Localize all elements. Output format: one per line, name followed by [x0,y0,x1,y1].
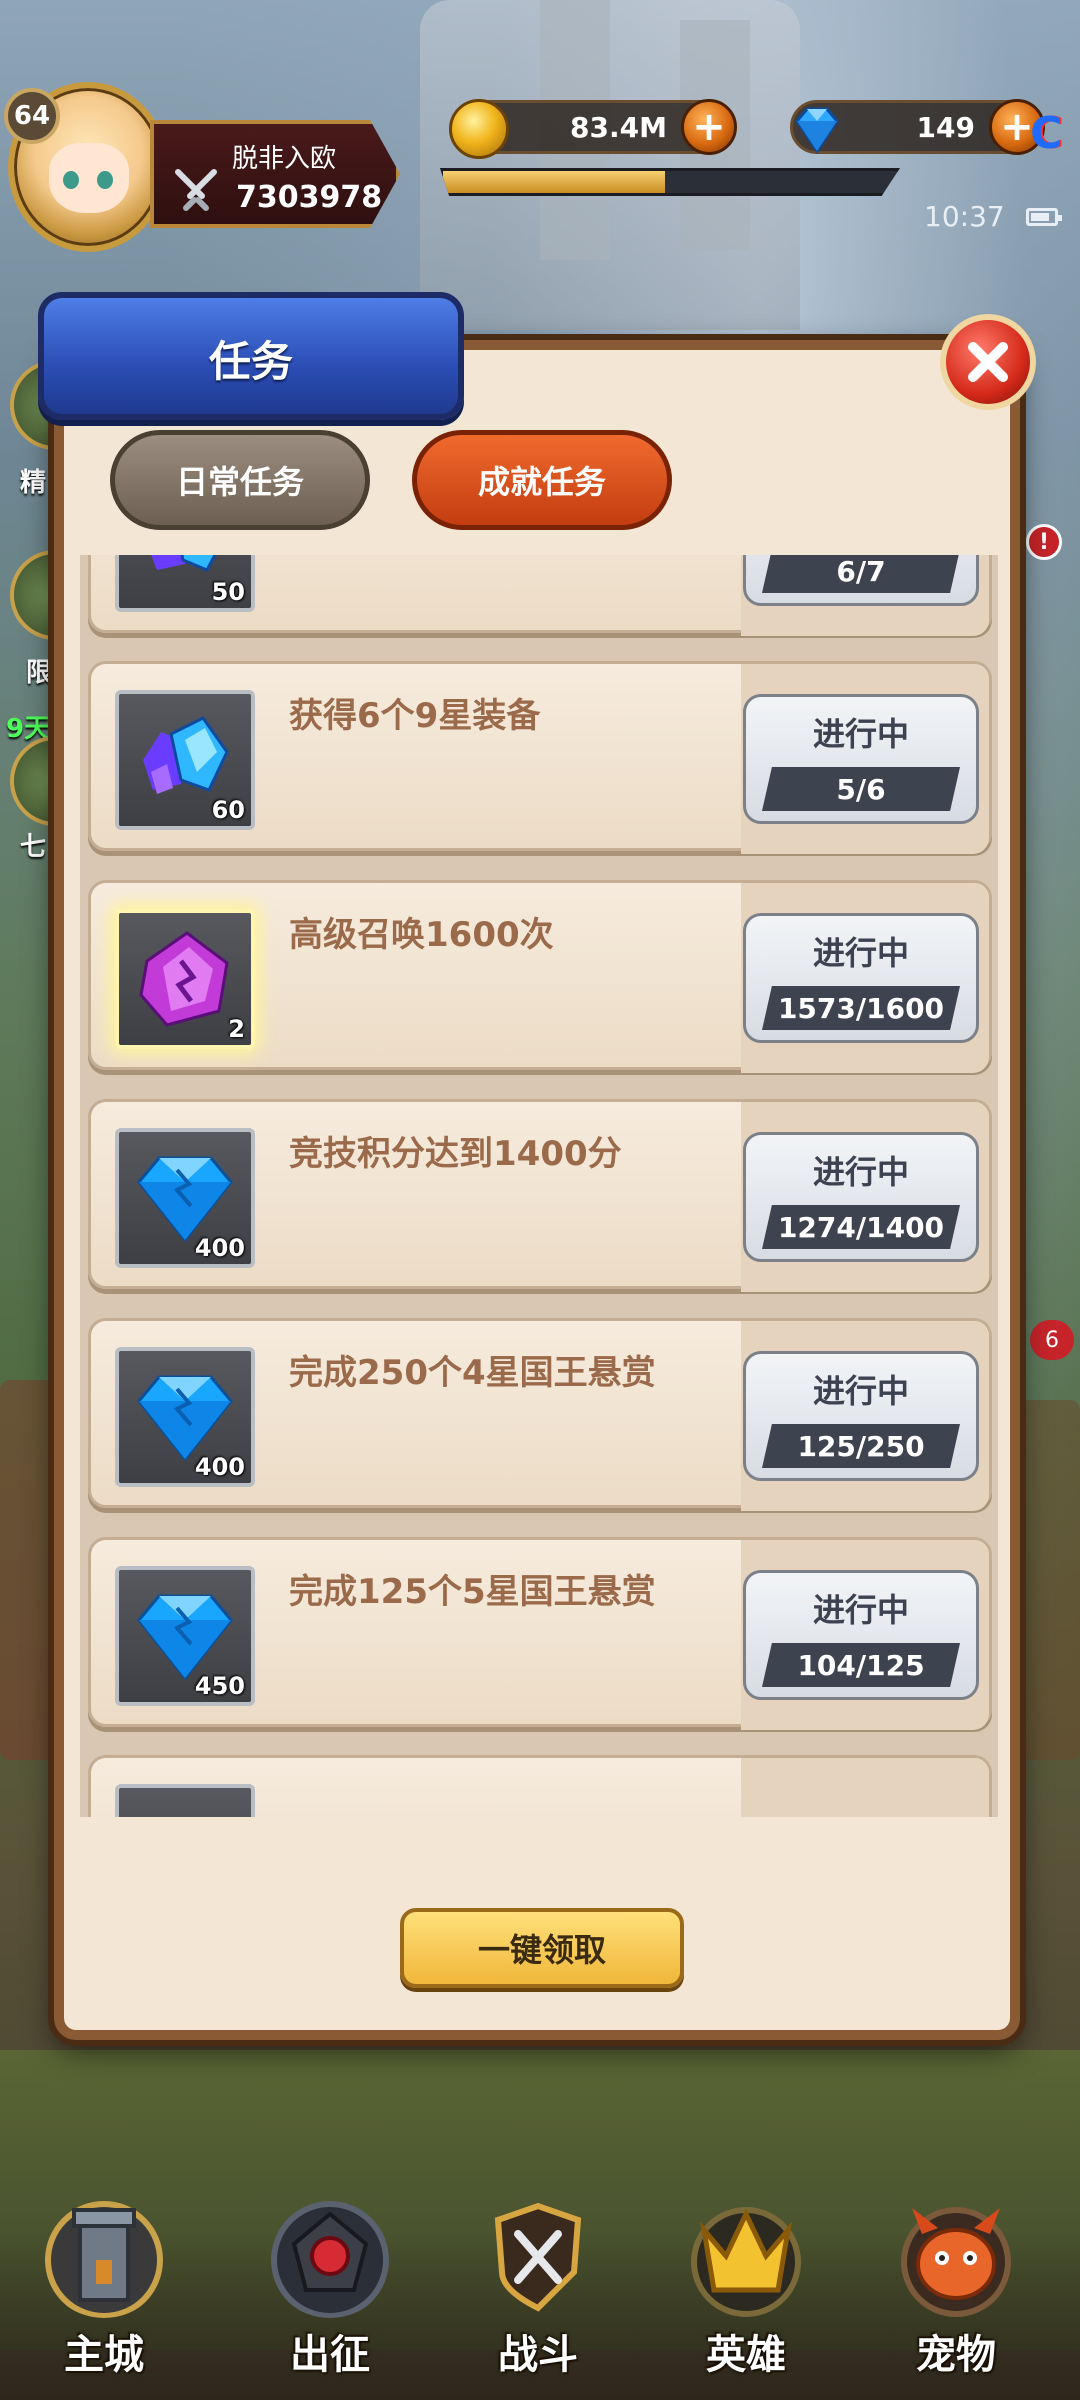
hero-crown-icon [691,2207,801,2317]
task-reward-icon: 450 [115,1566,255,1706]
task-description: 获得6个9星装备 [289,696,541,736]
task-progress: 125/250 [762,1424,960,1468]
task-status-panel: 进行中 104/125 [741,1540,989,1730]
task-reward-count: 450 [194,1672,245,1700]
alert-indicator: ! [1026,524,1062,560]
experience-fill [443,171,666,193]
task-progress: 6/7 [762,555,960,593]
task-row: 50 6/7 [88,555,992,636]
close-icon [968,342,1008,382]
task-row: 60 获得6个9星装备 进行中 5/6 [88,661,992,854]
player-power: 7303978 [236,180,383,215]
task-reward-icon [115,1784,255,1817]
gold-amount: 83.4M [570,111,667,144]
task-row: 400 竞技积分达到1400分 进行中 1274/1400 [88,1099,992,1292]
task-row: 450 完成125个5星国王悬赏 进行中 104/125 [88,1537,992,1730]
task-status-button[interactable]: 进行中 5/6 [743,694,979,824]
gem-amount: 149 [916,111,975,144]
gold-coin-icon [449,99,509,159]
crossed-swords-shield-icon [494,2202,582,2312]
nav-item-pets[interactable]: 宠物 [866,2190,1046,2400]
task-reward-count: 400 [194,1234,245,1262]
task-status-panel [741,1758,989,1817]
power-swords-icon [175,169,217,211]
task-status-button[interactable]: 进行中 1274/1400 [743,1132,979,1262]
task-status-panel: 进行中 125/250 [741,1321,989,1511]
diamond-icon [795,107,839,154]
task-reward-count: 2 [228,1015,245,1043]
nav-label: 宠物 [916,2332,996,2378]
dialog-title-banner: 任务 [38,292,464,420]
task-reward-icon: 50 [115,555,255,612]
task-reward-icon: 400 [115,1347,255,1487]
nav-item-expedition[interactable]: 出征 [240,2190,420,2400]
gem-resource-bar: 149 + [790,99,1045,155]
task-status-button[interactable]: 进行中 125/250 [743,1351,979,1481]
task-status-panel: 进行中 1274/1400 [741,1102,989,1292]
side-event-label: 精 [20,468,47,498]
task-row: 2 高级召唤1600次 进行中 1573/1600 [88,880,992,1073]
task-row [88,1755,992,1817]
purple-summon-crystal-icon [139,931,229,1027]
task-status-label: 进行中 [812,715,909,753]
side-seven-day-label: 七 [20,832,47,862]
task-description: 竞技积分达到1400分 [289,1134,622,1174]
nav-label: 战斗 [498,2332,578,2378]
expedition-gem-icon [271,2201,389,2318]
task-reward-count: 400 [194,1453,245,1481]
close-button[interactable] [940,314,1036,410]
nav-item-main-city[interactable]: 主城 [14,2190,194,2400]
task-description: 完成125个5星国王悬赏 [289,1572,656,1612]
task-reward-count: 50 [211,578,245,606]
task-reward-icon: 400 [115,1128,255,1268]
avatar-face [49,143,129,213]
task-status-button[interactable]: 进行中 1573/1600 [743,913,979,1043]
gold-resource-bar: 83.4M + [449,99,737,159]
task-status-panel: 6/7 [741,555,989,636]
task-reward-icon: 60 [115,690,255,830]
task-status-label: 进行中 [812,1591,909,1629]
task-progress: 104/125 [762,1643,960,1687]
clock: 10:37 [924,200,1005,233]
side-limited-label: 限 [26,658,53,688]
experience-bar [440,168,900,196]
task-status-button[interactable]: 6/7 [743,555,979,606]
brand-mark: C [1030,108,1063,159]
avatar-eye [63,171,79,189]
castle-tower-icon [45,2201,163,2318]
player-name: 脱非入欧 [232,144,337,174]
task-status-label: 进行中 [812,934,909,972]
tab-daily-tasks[interactable]: 日常任务 [110,430,370,530]
task-progress: 5/6 [762,767,960,811]
dialog-title: 任务 [208,337,293,386]
task-progress: 1274/1400 [762,1205,960,1249]
nav-label: 出征 [290,2332,370,2378]
task-status-button[interactable]: 进行中 104/125 [743,1570,979,1700]
task-progress: 1573/1600 [762,986,960,1030]
task-reward-icon: 2 [115,909,255,1049]
nav-label: 英雄 [706,2332,786,2378]
task-status-panel: 进行中 5/6 [741,664,989,854]
nav-item-battle[interactable]: 战斗 [448,2190,628,2400]
task-status-label: 进行中 [812,1372,909,1410]
avatar-eye [97,171,113,189]
claim-all-button[interactable]: 一键领取 [400,1908,684,1988]
tab-achievement-tasks[interactable]: 成就任务 [412,430,672,530]
nav-item-heroes[interactable]: 英雄 [656,2190,836,2400]
add-gold-button[interactable]: + [681,99,737,155]
task-status-label: 进行中 [812,1153,909,1191]
battery-icon [1026,208,1062,226]
player-level-badge: 64 [4,88,60,144]
nav-label: 主城 [64,2332,144,2378]
task-reward-count: 60 [211,796,245,824]
task-description: 完成250个4星国王悬赏 [289,1353,656,1393]
notification-count-badge: 6 [1030,1320,1074,1360]
task-list[interactable]: 50 6/7 60 获得6个9星装备 进行中 5/6 2 高级召唤1600次 进… [80,555,998,1817]
dragon-pet-icon [901,2207,1011,2317]
task-description: 高级召唤1600次 [289,915,554,955]
task-row: 400 完成250个4星国王悬赏 进行中 125/250 [88,1318,992,1511]
task-status-panel: 进行中 1573/1600 [741,883,989,1073]
